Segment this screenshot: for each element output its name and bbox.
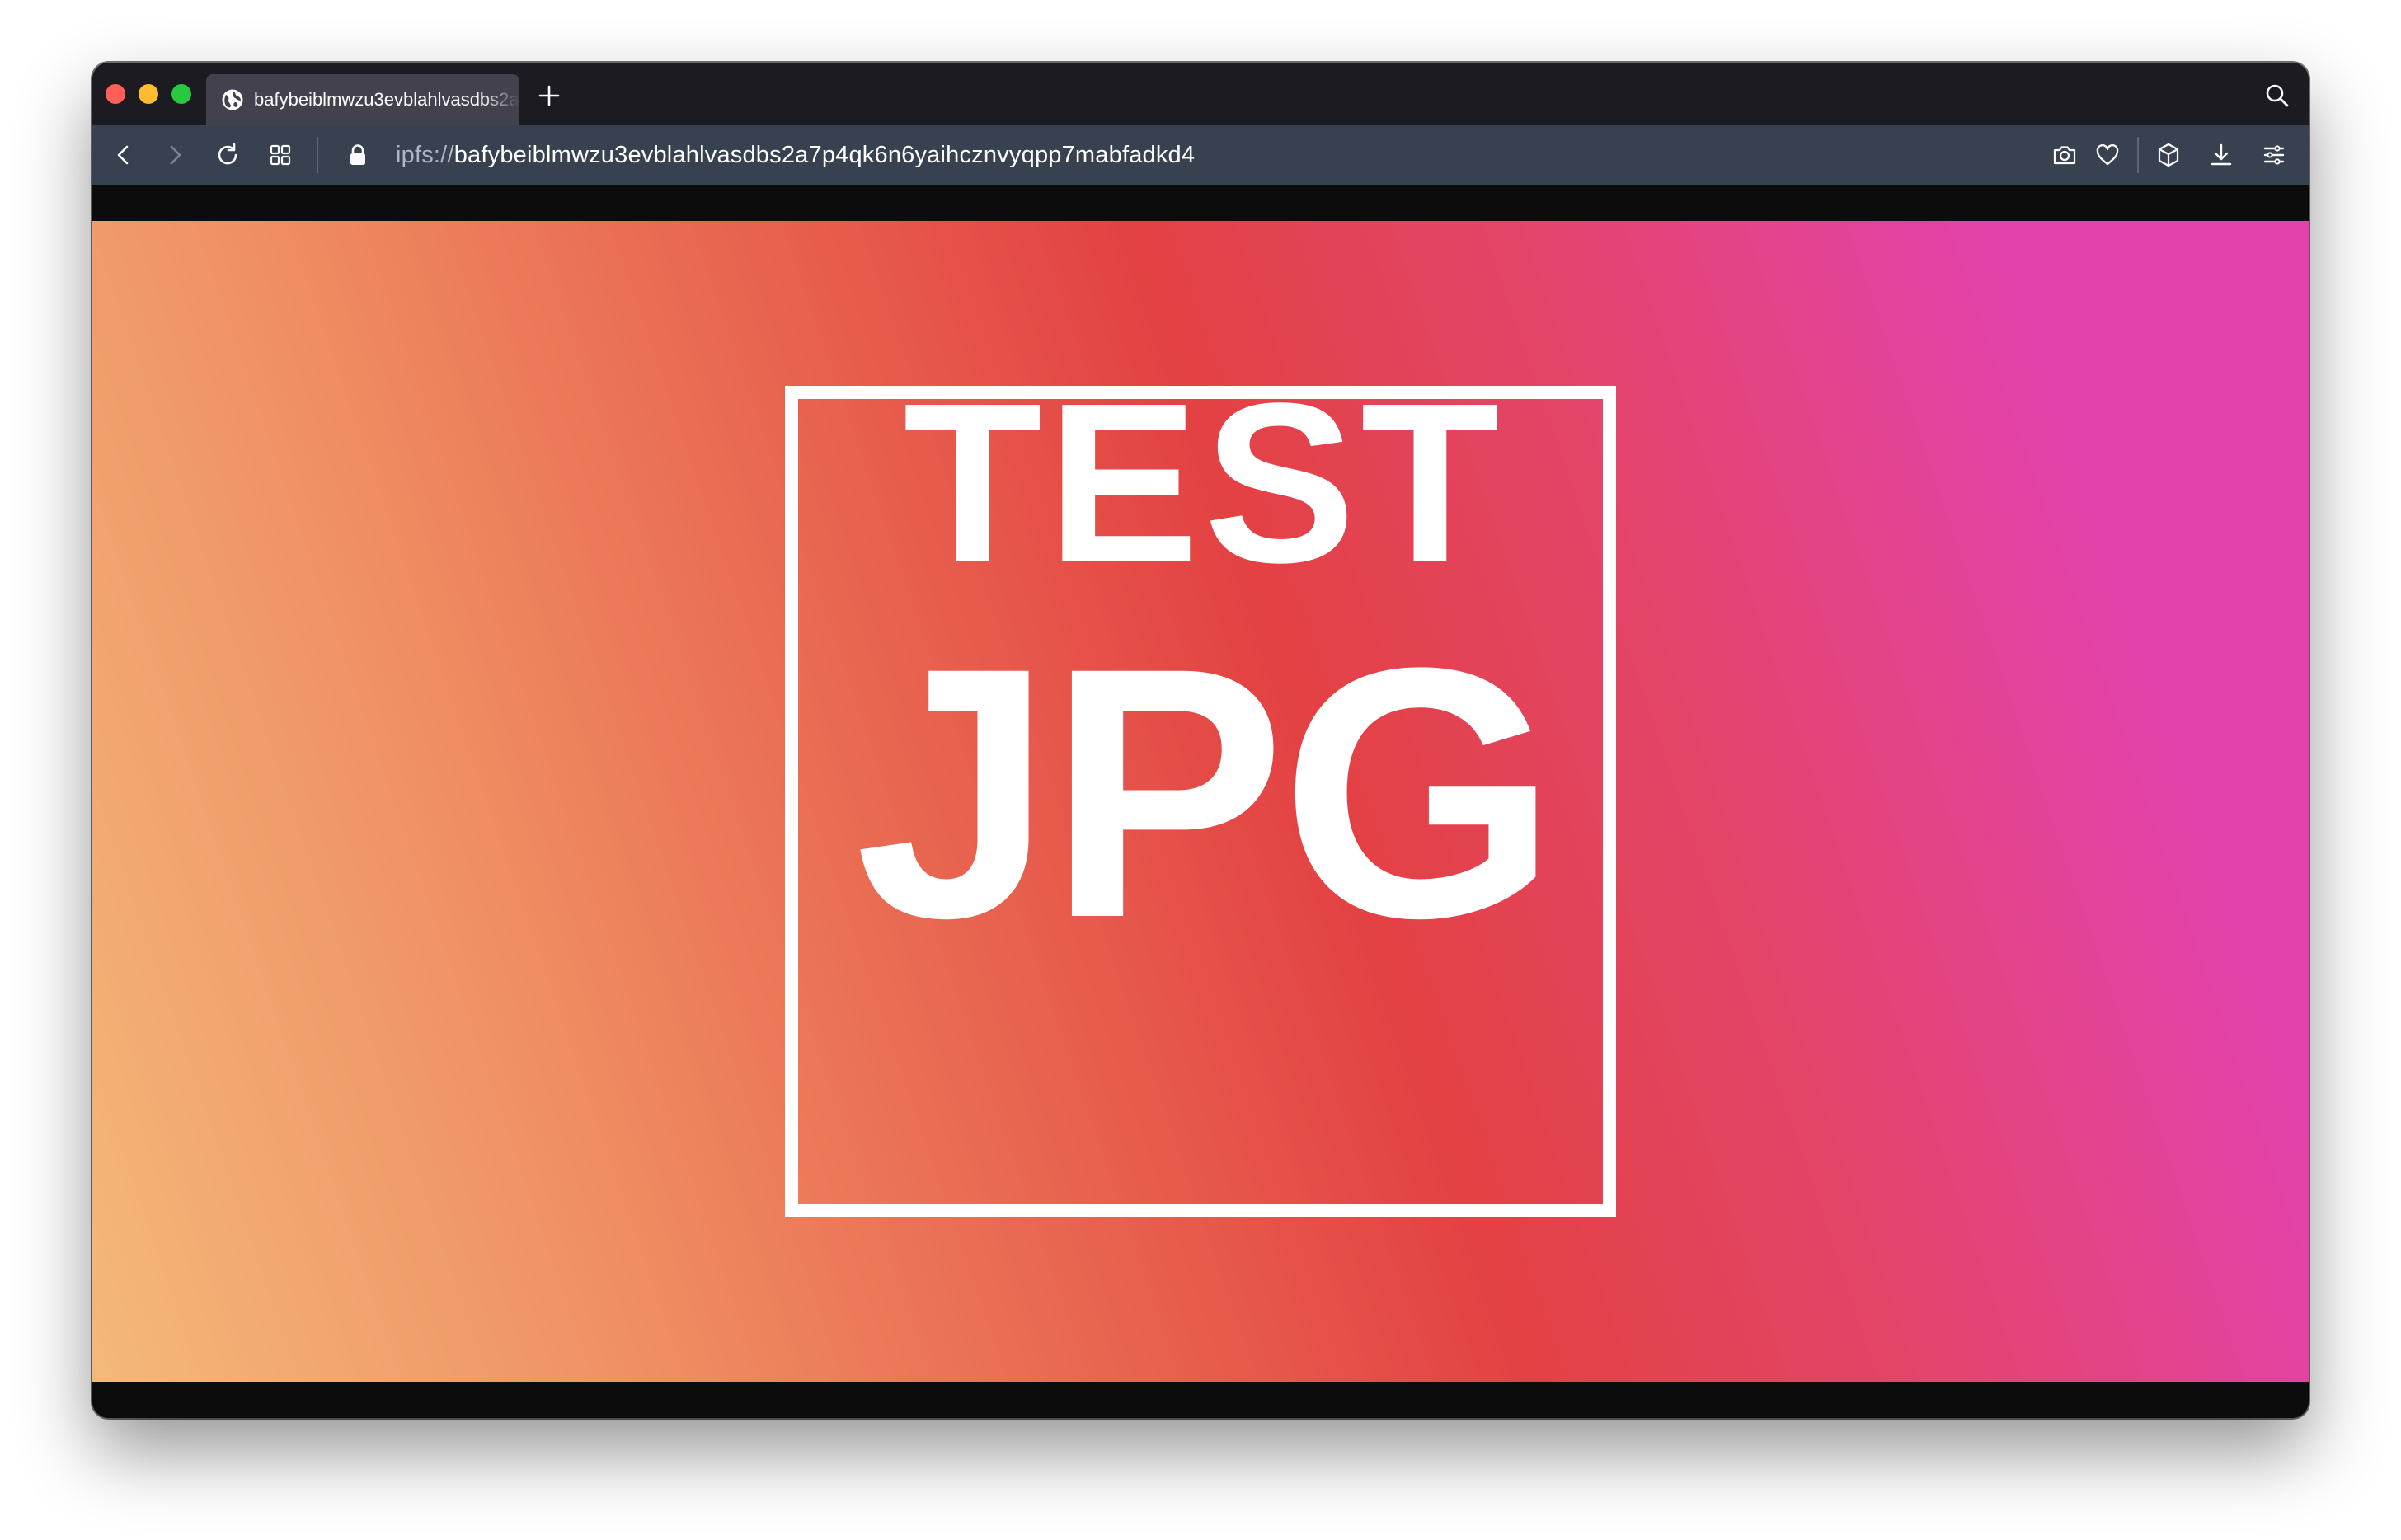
url-host: bafybeiblmwzu3evblahlvasdbs2a7p4qk6n6yai… [453,141,1196,168]
camera-icon[interactable] [2051,142,2078,168]
close-window-button[interactable] [106,84,125,104]
image-viewport: TEST JPG [92,221,2309,1382]
url-bar[interactable]: ipfs:// bafybeiblmwzu3evblahlvasdbs2a7p4… [346,134,1195,176]
back-icon[interactable] [110,142,137,168]
plus-icon[interactable] [536,82,562,109]
tab-title: bafybeiblmwzu3evblahlvasdbs2a7p4qk6n6yai… [254,89,519,110]
search-icon[interactable] [2264,82,2291,109]
screenshot-stage: bafybeiblmwzu3evblahlvasdbs2a7p4qk6n6yai… [0,0,2401,1540]
maximize-window-button[interactable] [172,84,191,104]
tab-active[interactable]: bafybeiblmwzu3evblahlvasdbs2a7p4qk6n6yai… [206,74,519,125]
image-text-jpg: JPG [854,594,1558,992]
reload-icon[interactable] [214,142,241,168]
cube-icon[interactable] [2155,142,2182,168]
tab-strip: bafybeiblmwzu3evblahlvasdbs2a7p4qk6n6yai… [92,63,2309,125]
download-icon[interactable] [2208,142,2234,168]
viewport-bottom-letterbox [92,1382,2309,1418]
viewport-top-letterbox [92,185,2309,221]
grid-icon[interactable] [267,142,294,168]
globe-icon [221,88,244,111]
toolbar-separator [2137,137,2139,173]
lock-icon[interactable] [346,143,369,167]
minimize-window-button[interactable] [139,84,158,104]
navigation-toolbar: ipfs:// bafybeiblmwzu3evblahlvasdbs2a7p4… [92,125,2309,185]
heart-icon[interactable] [2094,142,2121,168]
browser-window: bafybeiblmwzu3evblahlvasdbs2a7p4qk6n6yai… [92,63,2309,1418]
forward-icon[interactable] [162,142,188,168]
image-text-test: TEST [903,356,1505,610]
url-scheme: ipfs:// [396,141,454,168]
menu-icon[interactable] [2261,142,2287,168]
toolbar-separator [317,137,318,173]
